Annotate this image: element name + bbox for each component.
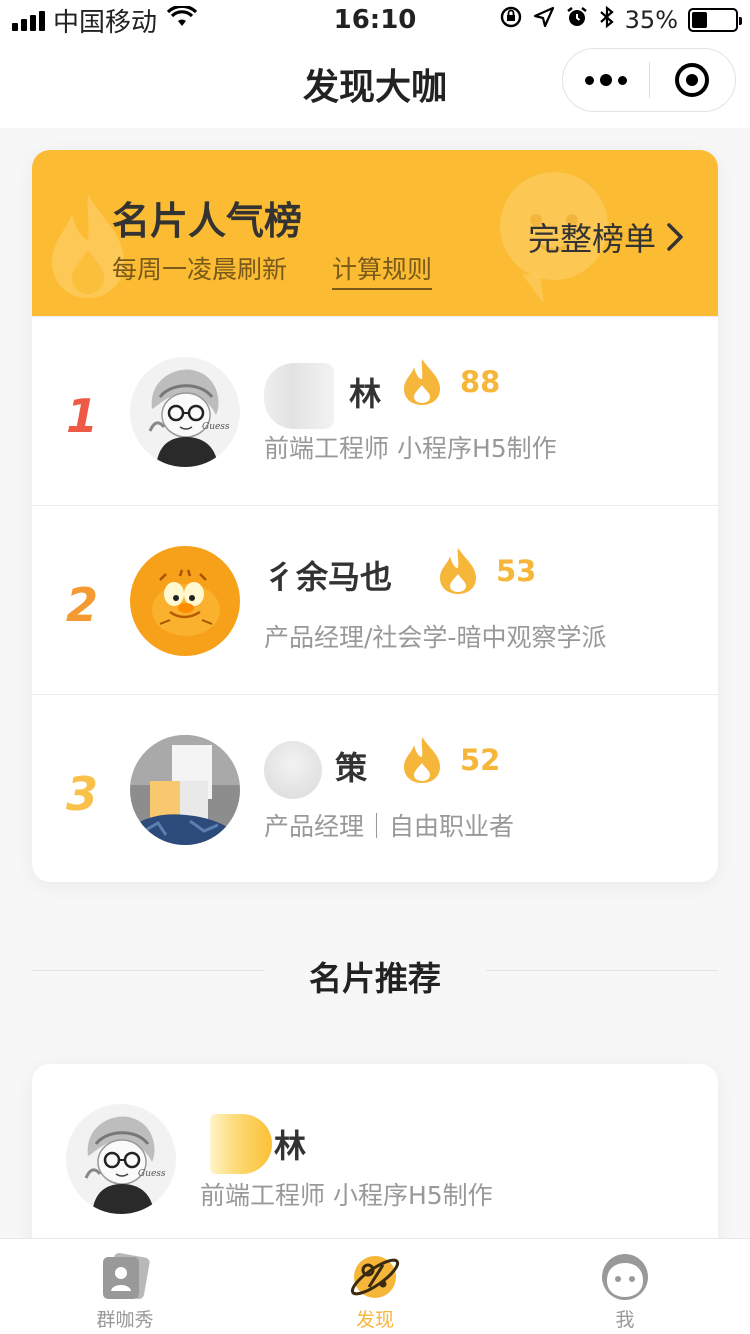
tab-group-show[interactable]: 群咖秀 (0, 1239, 250, 1334)
score-value: 88 (460, 365, 501, 399)
user-description: 产品经理｜自由职业者 (264, 812, 515, 841)
alarm-icon (565, 5, 589, 35)
avatar[interactable]: Guess (66, 1104, 176, 1214)
face-icon (602, 1254, 648, 1300)
recommend-section-title: 名片推荐 (309, 959, 441, 998)
bluetooth-icon (599, 5, 615, 35)
blurred-name-mask (264, 363, 334, 429)
location-icon (533, 6, 555, 34)
rotation-lock-icon (499, 5, 523, 35)
score-value: 53 (496, 554, 537, 588)
chevron-right-icon (667, 223, 683, 251)
tab-label: 我 (615, 1309, 635, 1331)
card-icon (103, 1252, 150, 1300)
close-mini-program-icon[interactable] (650, 63, 736, 97)
user-description: 前端工程师 小程序H5制作 (264, 434, 557, 463)
compass-icon (350, 1256, 400, 1298)
ranking-title: 名片人气榜 (112, 199, 303, 243)
nav-bar: 发现大咖 (0, 40, 750, 128)
ranking-subtitle: 每周一凌晨刷新 (112, 255, 288, 284)
avatar[interactable]: Guess (130, 357, 240, 467)
user-name: 林 (264, 363, 381, 429)
user-description: 前端工程师 小程序H5制作 (200, 1181, 493, 1210)
avatar[interactable] (130, 546, 240, 656)
blurred-name-mask (210, 1114, 272, 1174)
ranking-row[interactable]: 1 Guess 林 88 前端工程师 小程序H5制作 (32, 316, 718, 505)
status-bar: 中国移动 16:10 35% (0, 0, 750, 40)
rank-number: 2 (66, 578, 99, 632)
flame-icon (404, 359, 440, 405)
ranking-card: 名片人气榜 每周一凌晨刷新 计算规则 完整榜单 1 Guess 林 88 前端工… (32, 150, 718, 882)
avatar[interactable] (130, 735, 240, 845)
rank-number: 3 (66, 767, 99, 821)
tab-me[interactable]: 我 (500, 1239, 750, 1334)
tab-discover[interactable]: 发现 (250, 1239, 500, 1334)
popularity-score: 88 (402, 357, 500, 407)
battery-icon (688, 8, 742, 32)
section-divider-right (486, 970, 718, 971)
mini-program-capsule (562, 48, 736, 112)
user-name-text: 林 (274, 1127, 307, 1165)
popularity-score: 52 (402, 735, 500, 785)
blurred-name-mask (264, 741, 322, 799)
signal-icon (12, 9, 45, 31)
ranking-header: 名片人气榜 每周一凌晨刷新 计算规则 完整榜单 (32, 150, 718, 316)
flame-icon (404, 737, 440, 783)
user-description: 产品经理/社会学-暗中观察学派 (264, 623, 607, 652)
more-options-icon[interactable] (563, 74, 649, 86)
ranking-row[interactable]: 2 彳余马也 53 产品经理/社会学-暗中观察学派 (32, 505, 718, 694)
carrier-name: 中国移动 (53, 7, 158, 38)
rank-number: 1 (66, 389, 99, 443)
tab-label: 群咖秀 (96, 1309, 154, 1331)
user-name: 彳余马也 (264, 558, 393, 596)
user-name: 策 (264, 741, 367, 799)
tab-label: 发现 (355, 1309, 394, 1331)
tab-bar: 群咖秀 发现 我 (0, 1238, 750, 1334)
user-name-text: 林 (349, 375, 382, 413)
score-value: 52 (460, 743, 501, 777)
user-name: 林 (210, 1114, 306, 1174)
calculation-rules-link[interactable]: 计算规则 (332, 250, 433, 290)
battery-percent: 35% (624, 6, 678, 34)
ranking-row[interactable]: 3 策 52 产品经理｜自由职业者 (32, 694, 718, 882)
user-name-text: 策 (335, 749, 368, 787)
recommend-card[interactable]: Guess 林 前端工程师 小程序H5制作 (32, 1064, 718, 1264)
popularity-score: 53 (438, 546, 536, 596)
wifi-icon (166, 4, 198, 34)
full-ranking-link[interactable]: 完整榜单 (528, 214, 684, 260)
full-ranking-label: 完整榜单 (527, 220, 656, 258)
svg-text:Guess: Guess (202, 422, 230, 432)
svg-text:Guess: Guess (138, 1169, 166, 1179)
flame-icon (440, 548, 476, 594)
